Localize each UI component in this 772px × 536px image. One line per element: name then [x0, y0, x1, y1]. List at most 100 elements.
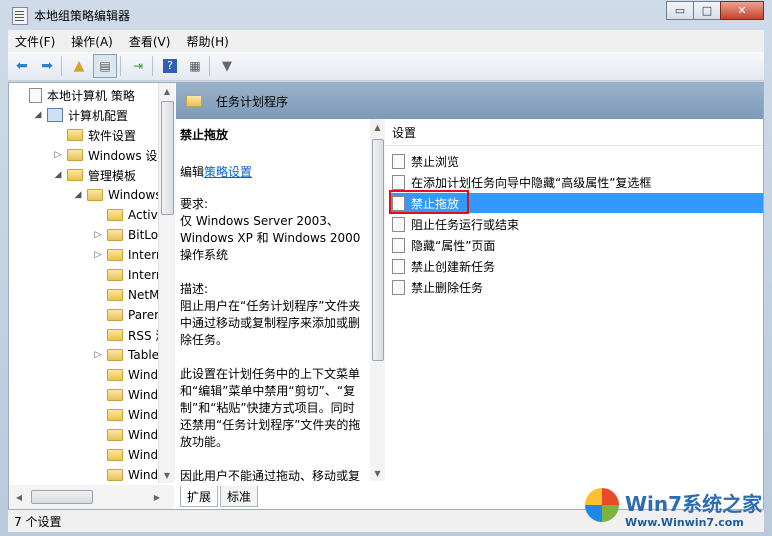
- help-button[interactable]: ?: [159, 55, 181, 77]
- tree-item-label: 计算机配置: [68, 108, 129, 123]
- tree-item[interactable]: Windo: [107, 465, 166, 485]
- horizontal-scroll-thumb[interactable]: [31, 490, 93, 504]
- tree-item[interactable]: Windo: [107, 405, 166, 425]
- setting-label: 禁止删除任务: [411, 280, 484, 295]
- close-button[interactable]: ✕: [720, 1, 764, 20]
- setting-label: 隐藏“属性”页面: [411, 238, 496, 253]
- collapse-arrow-icon[interactable]: ◢: [33, 110, 43, 120]
- setting-row[interactable]: 禁止创建新任务: [389, 256, 763, 276]
- scroll-up-arrow-icon[interactable]: ▲: [159, 83, 175, 99]
- back-arrow-icon: ⬅: [16, 58, 28, 74]
- tree-item[interactable]: ▷ BitLoc: [95, 225, 165, 245]
- caption-buttons: ▭ □ ✕: [666, 1, 764, 20]
- minimize-button[interactable]: ▭: [666, 1, 694, 20]
- minimize-icon: ▭: [674, 4, 686, 17]
- tree-item-label: 本地计算机 策略: [47, 88, 135, 103]
- requirement-text: 仅 Windows Server 2003、Windows XP 和 Windo…: [180, 214, 361, 262]
- tree-item[interactable]: ▷ Intern: [95, 245, 164, 265]
- menu-help[interactable]: 帮助(H): [179, 33, 235, 50]
- details-header-title: 任务计划程序: [216, 94, 289, 109]
- setting-row[interactable]: 在添加计划任务向导中隐藏“高级属性”复选框: [389, 172, 763, 192]
- collapse-arrow-icon[interactable]: ◢: [53, 170, 63, 180]
- menu-file[interactable]: 文件(F): [8, 33, 62, 50]
- tree-item[interactable]: Intern: [107, 265, 164, 285]
- scroll-down-arrow-icon[interactable]: ▼: [159, 467, 175, 483]
- tree-item-label: 管理模板: [88, 168, 137, 183]
- folder-icon: [186, 95, 202, 107]
- filter-icon: ▼: [222, 58, 232, 74]
- menu-action[interactable]: 操作(A): [64, 33, 120, 50]
- tree-item[interactable]: ◢ 计算机配置: [35, 105, 129, 125]
- setting-row[interactable]: 禁止删除任务: [389, 277, 763, 297]
- scroll-right-arrow-icon[interactable]: ▶: [149, 489, 165, 505]
- expand-arrow-icon[interactable]: ▷: [53, 150, 63, 160]
- tree-item[interactable]: Windo: [107, 365, 166, 385]
- scroll-left-arrow-icon[interactable]: ◀: [11, 489, 27, 505]
- policy-setting-icon: [392, 153, 405, 169]
- tree-item[interactable]: Windo: [107, 425, 166, 445]
- scroll-up-arrow-icon[interactable]: ▲: [370, 119, 385, 135]
- folder-icon: [107, 469, 123, 481]
- policy-editor-icon: [12, 7, 28, 25]
- toolbar: ⬅ ➡ ▲ ▤ ⇥ ? ▦ ▼: [8, 52, 764, 81]
- tree-item[interactable]: Windo: [107, 445, 166, 465]
- edit-policy-link[interactable]: 策略设置: [204, 165, 252, 179]
- tree-item-label: Windows: [108, 188, 162, 202]
- title-bar[interactable]: 本地组策略编辑器 ▭ □ ✕: [0, 0, 772, 30]
- expand-arrow-icon[interactable]: ▷: [93, 230, 103, 240]
- setting-row[interactable]: 阻止任务运行或结束: [389, 214, 763, 234]
- tab-extended-label: 扩展: [187, 489, 212, 504]
- description-scrollbar[interactable]: ▲ ▼: [370, 119, 385, 481]
- scroll-thumb[interactable]: [161, 101, 174, 215]
- expand-arrow-icon[interactable]: ▷: [93, 350, 103, 360]
- folder-icon: [107, 389, 123, 401]
- export-list-button[interactable]: ⇥: [127, 55, 149, 77]
- maximize-button[interactable]: □: [693, 1, 721, 20]
- tree-item[interactable]: 软件设置: [67, 125, 136, 145]
- folder-icon: [67, 129, 83, 141]
- tree-item[interactable]: ▷ Windows 设置: [55, 145, 170, 165]
- forward-button[interactable]: ➡: [36, 55, 58, 77]
- setting-row[interactable]: 禁止浏览: [389, 151, 763, 171]
- folder-icon: [107, 269, 123, 281]
- properties-button[interactable]: ▦: [184, 55, 206, 77]
- tree-item[interactable]: ▷ Tablet: [95, 345, 164, 365]
- tree-horizontal-scrollbar[interactable]: ◀ ▶: [9, 485, 174, 509]
- setting-row[interactable]: 隐藏“属性”页面: [389, 235, 763, 255]
- export-icon: ⇥: [132, 59, 144, 73]
- description-pane: 禁止拖放 编辑策略设置 要求: 仅 Windows Server 2003、Wi…: [176, 119, 379, 481]
- description-title: 禁止拖放: [180, 128, 229, 142]
- show-hide-tree-button[interactable]: ▤: [93, 54, 117, 78]
- folder-icon: [67, 169, 83, 181]
- tree-item[interactable]: 本地计算机 策略: [29, 85, 135, 105]
- scroll-thumb[interactable]: [372, 139, 384, 361]
- setting-label: 在添加计划任务向导中隐藏“高级属性”复选框: [411, 175, 652, 190]
- folder-icon: [107, 309, 123, 321]
- watermark-title: Win7系统之家: [625, 492, 763, 516]
- watermark-logo: Win7系统之家 Www.Winwin7.com: [585, 486, 772, 536]
- collapse-arrow-icon[interactable]: ◢: [73, 190, 83, 200]
- window-title: 本地组策略编辑器: [34, 9, 131, 23]
- setting-label: 阻止任务运行或结束: [411, 217, 520, 232]
- tree-item[interactable]: ◢ Windows: [75, 185, 162, 205]
- tab-standard[interactable]: 标准: [220, 486, 259, 507]
- policy-setting-icon: [392, 216, 405, 232]
- tree-item[interactable]: Windo: [107, 385, 166, 405]
- scroll-down-arrow-icon[interactable]: ▼: [370, 465, 385, 481]
- tree-item[interactable]: Active: [107, 205, 165, 225]
- filter-button[interactable]: ▼: [216, 55, 238, 77]
- back-button[interactable]: ⬅: [11, 55, 33, 77]
- expand-arrow-icon[interactable]: ▷: [93, 250, 103, 260]
- toolbar-separator: [152, 56, 153, 76]
- tab-extended[interactable]: 扩展: [180, 486, 219, 507]
- tree-vertical-scrollbar[interactable]: ▲ ▼: [158, 83, 175, 483]
- up-folder-icon: ▲: [73, 58, 85, 74]
- requirement-label: 要求:: [180, 197, 209, 211]
- app-window: 本地组策略编辑器 ▭ □ ✕ 文件(F) 操作(A) 查看(V) 帮助(H) ⬅…: [0, 0, 772, 536]
- column-header-setting[interactable]: 设置: [385, 119, 763, 146]
- properties-icon: ▦: [189, 59, 201, 73]
- folder-icon: [107, 449, 123, 461]
- up-folder-button[interactable]: ▲: [68, 55, 90, 77]
- menu-view[interactable]: 查看(V): [122, 33, 178, 50]
- tree-item[interactable]: ◢ 管理模板: [55, 165, 137, 185]
